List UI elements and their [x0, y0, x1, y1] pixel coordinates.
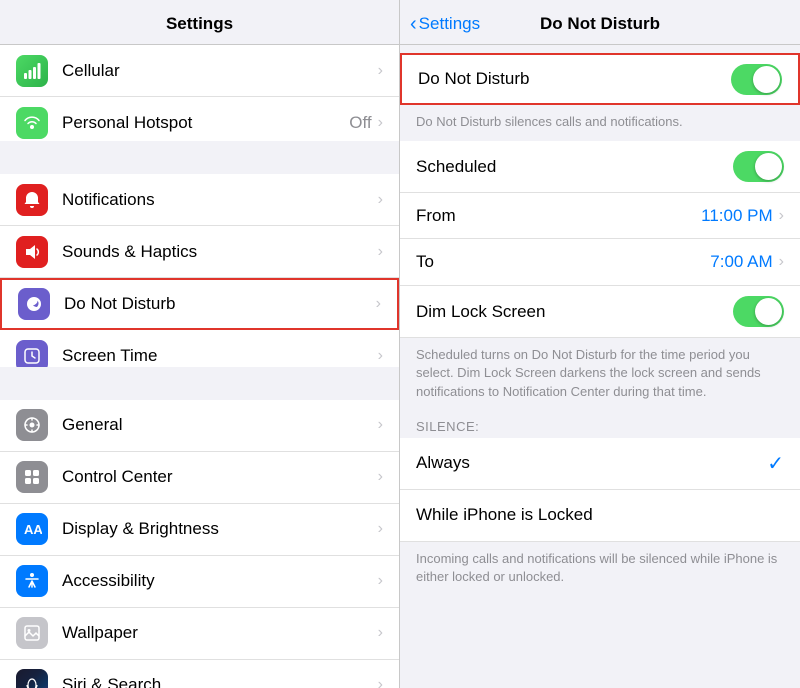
sidebar-item-hotspot[interactable]: Personal Hotspot Off ›: [0, 97, 399, 141]
settings-list-mid2: General › Control Center › AA: [0, 400, 399, 688]
right-header: ‹ Settings Do Not Disturb: [400, 0, 800, 45]
accessibility-icon: [16, 565, 48, 597]
from-to-block: From 11:00 PM › To 7:00 AM ›: [400, 193, 800, 286]
cellular-chevron: ›: [378, 62, 383, 80]
to-label: To: [416, 252, 710, 272]
from-label: From: [416, 206, 701, 226]
wallpaper-chevron: ›: [378, 624, 383, 642]
sidebar-item-general[interactable]: General ›: [0, 400, 399, 452]
left-header: Settings: [0, 0, 399, 45]
dnd-label: Do Not Disturb: [64, 294, 376, 314]
dnd-chevron: ›: [376, 295, 381, 313]
dim-lock-toggle[interactable]: [733, 296, 784, 327]
general-chevron: ›: [378, 416, 383, 434]
sidebar-item-wallpaper[interactable]: Wallpaper ›: [0, 608, 399, 660]
accessibility-label: Accessibility: [62, 571, 378, 591]
hotspot-value: Off: [349, 113, 371, 133]
sounds-label: Sounds & Haptics: [62, 242, 378, 262]
display-label: Display & Brightness: [62, 519, 378, 539]
dim-lock-label: Dim Lock Screen: [416, 302, 733, 322]
back-chevron-icon: ‹: [410, 13, 417, 36]
control-icon: [16, 461, 48, 493]
section-gap-1: [0, 141, 399, 174]
cellular-label: Cellular: [62, 61, 378, 81]
sidebar-item-notifications[interactable]: Notifications ›: [0, 174, 399, 226]
display-icon: AA: [16, 513, 48, 545]
sidebar-item-screentime[interactable]: Screen Time ›: [0, 330, 399, 366]
notifications-label: Notifications: [62, 190, 378, 210]
right-panel: ‹ Settings Do Not Disturb Do Not Disturb…: [400, 0, 800, 688]
dnd-toggle-row[interactable]: Do Not Disturb: [400, 53, 800, 105]
notifications-icon: [16, 184, 48, 216]
to-row[interactable]: To 7:00 AM ›: [400, 239, 800, 285]
from-row[interactable]: From 11:00 PM ›: [400, 193, 800, 239]
dim-lock-description: Scheduled turns on Do Not Disturb for th…: [400, 338, 800, 411]
general-label: General: [62, 415, 378, 435]
control-label: Control Center: [62, 467, 378, 487]
display-chevron: ›: [378, 520, 383, 538]
settings-list-top: Cellular › Personal Hotspot Off ›: [0, 45, 399, 141]
always-row[interactable]: Always ✓: [400, 438, 800, 490]
while-locked-description: Incoming calls and notifications will be…: [400, 542, 800, 596]
siri-chevron: ›: [378, 676, 383, 688]
silence-header: SILENCE:: [400, 411, 800, 438]
screentime-label: Screen Time: [62, 346, 378, 366]
to-chevron: ›: [779, 253, 784, 271]
control-chevron: ›: [378, 468, 383, 486]
dnd-row-label: Do Not Disturb: [418, 69, 731, 89]
right-content: Do Not Disturb Do Not Disturb silences c…: [400, 45, 800, 688]
scheduled-label: Scheduled: [416, 157, 733, 177]
settings-list-mid1: Notifications › Sounds & Haptics › Do No…: [0, 174, 399, 366]
right-panel-title: Do Not Disturb: [540, 14, 660, 34]
sounds-icon: [16, 236, 48, 268]
hotspot-icon: [16, 107, 48, 139]
cellular-icon: [16, 55, 48, 87]
svg-text:AA: AA: [24, 522, 42, 537]
back-button[interactable]: ‹ Settings: [410, 13, 480, 36]
scheduled-row[interactable]: Scheduled: [400, 141, 800, 193]
accessibility-chevron: ›: [378, 572, 383, 590]
checkmark-icon: ✓: [767, 451, 784, 476]
sidebar-item-control[interactable]: Control Center ›: [0, 452, 399, 504]
section-gap-2: [0, 367, 399, 400]
sidebar-item-display[interactable]: AA Display & Brightness ›: [0, 504, 399, 556]
sounds-chevron: ›: [378, 243, 383, 261]
dim-lock-row[interactable]: Dim Lock Screen: [400, 286, 800, 338]
hotspot-label: Personal Hotspot: [62, 113, 349, 133]
from-chevron: ›: [779, 207, 784, 225]
always-label: Always: [416, 453, 767, 473]
notifications-chevron: ›: [378, 191, 383, 209]
sidebar-item-siri[interactable]: Siri & Search ›: [0, 660, 399, 688]
from-value: 11:00 PM: [701, 206, 773, 226]
hotspot-chevron: ›: [378, 114, 383, 132]
wallpaper-icon: [16, 617, 48, 649]
sidebar-item-sounds[interactable]: Sounds & Haptics ›: [0, 226, 399, 278]
settings-title: Settings: [166, 14, 233, 33]
screentime-chevron: ›: [378, 347, 383, 365]
while-locked-row[interactable]: While iPhone is Locked: [400, 490, 800, 542]
screentime-icon: [16, 340, 48, 367]
to-value: 7:00 AM: [710, 252, 772, 272]
general-icon: [16, 409, 48, 441]
sidebar-item-accessibility[interactable]: Accessibility ›: [0, 556, 399, 608]
dnd-icon: [18, 288, 50, 320]
left-panel: Settings Cellular ›: [0, 0, 400, 688]
dnd-toggle[interactable]: [731, 64, 782, 95]
scheduled-toggle[interactable]: [733, 151, 784, 182]
while-locked-label: While iPhone is Locked: [416, 505, 593, 525]
sidebar-item-cellular[interactable]: Cellular ›: [0, 45, 399, 97]
wallpaper-label: Wallpaper: [62, 623, 378, 643]
top-gap: [400, 45, 800, 53]
siri-icon: [16, 669, 48, 688]
sidebar-item-dnd[interactable]: Do Not Disturb ›: [0, 278, 399, 330]
dnd-description: Do Not Disturb silences calls and notifi…: [400, 105, 800, 141]
siri-label: Siri & Search: [62, 675, 378, 688]
back-label: Settings: [419, 14, 480, 34]
